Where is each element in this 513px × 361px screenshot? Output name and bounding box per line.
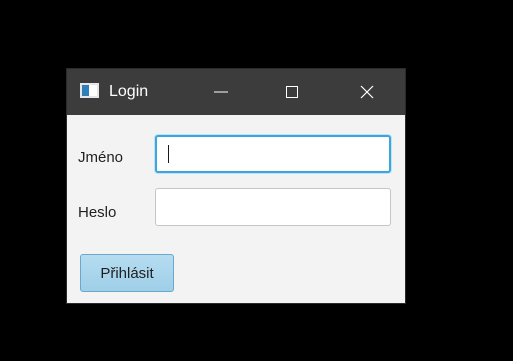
maximize-button[interactable] xyxy=(269,69,315,115)
name-label: Jméno xyxy=(78,149,124,166)
minimize-icon xyxy=(214,91,228,93)
password-label: Heslo xyxy=(78,204,117,221)
close-icon xyxy=(360,85,374,99)
login-button[interactable]: Přihlásit xyxy=(80,254,174,292)
login-form: Jméno Heslo Přihlásit xyxy=(67,115,405,303)
close-button[interactable] xyxy=(344,69,390,115)
java-app-icon xyxy=(80,83,99,98)
name-input[interactable] xyxy=(155,135,391,173)
maximize-icon xyxy=(286,86,298,98)
password-input[interactable] xyxy=(155,188,391,226)
window-title: Login xyxy=(109,83,149,100)
text-caret xyxy=(168,145,169,163)
minimize-button[interactable] xyxy=(198,69,244,115)
title-bar[interactable]: Login xyxy=(67,69,405,115)
login-window: Login Jméno Heslo Přihlásit xyxy=(66,68,406,304)
